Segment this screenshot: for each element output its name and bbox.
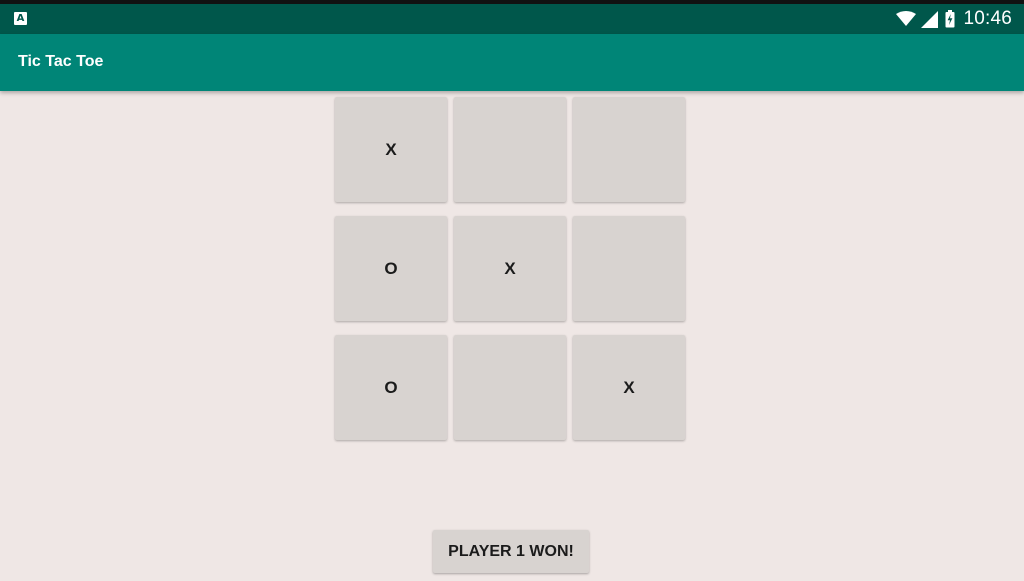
board-cell-r3-c2[interactable]: [454, 335, 566, 440]
board-cell-r1-c1[interactable]: X: [335, 97, 447, 202]
app-notification-icon: A: [14, 12, 27, 25]
status-bar: A 10:46: [0, 4, 1024, 34]
board-cell-r2-c1[interactable]: O: [335, 216, 447, 321]
battery-charging-icon: [945, 10, 955, 28]
game-status-button[interactable]: PLAYER 1 WON!: [433, 530, 589, 573]
board-cell-r1-c2[interactable]: [454, 97, 566, 202]
board-cell-r2-c3[interactable]: [573, 216, 685, 321]
board-cell-r3-c3[interactable]: X: [573, 335, 685, 440]
board-cell-r2-c2[interactable]: X: [454, 216, 566, 321]
app-bar: Tic Tac Toe: [0, 34, 1024, 91]
tic-tac-toe-board: X O X O X: [335, 97, 687, 443]
board-cell-r3-c1[interactable]: O: [335, 335, 447, 440]
status-time: 10:46: [963, 8, 1012, 29]
cellular-signal-icon: [921, 10, 939, 28]
app-title: Tic Tac Toe: [18, 53, 104, 70]
board-cell-r1-c3[interactable]: [573, 97, 685, 202]
app-screen: A 10:46 Tic Tac Toe X O X O X PLAYER 1 W…: [0, 0, 1024, 581]
wifi-icon: [896, 11, 917, 26]
status-icons: 10:46: [896, 4, 1024, 34]
